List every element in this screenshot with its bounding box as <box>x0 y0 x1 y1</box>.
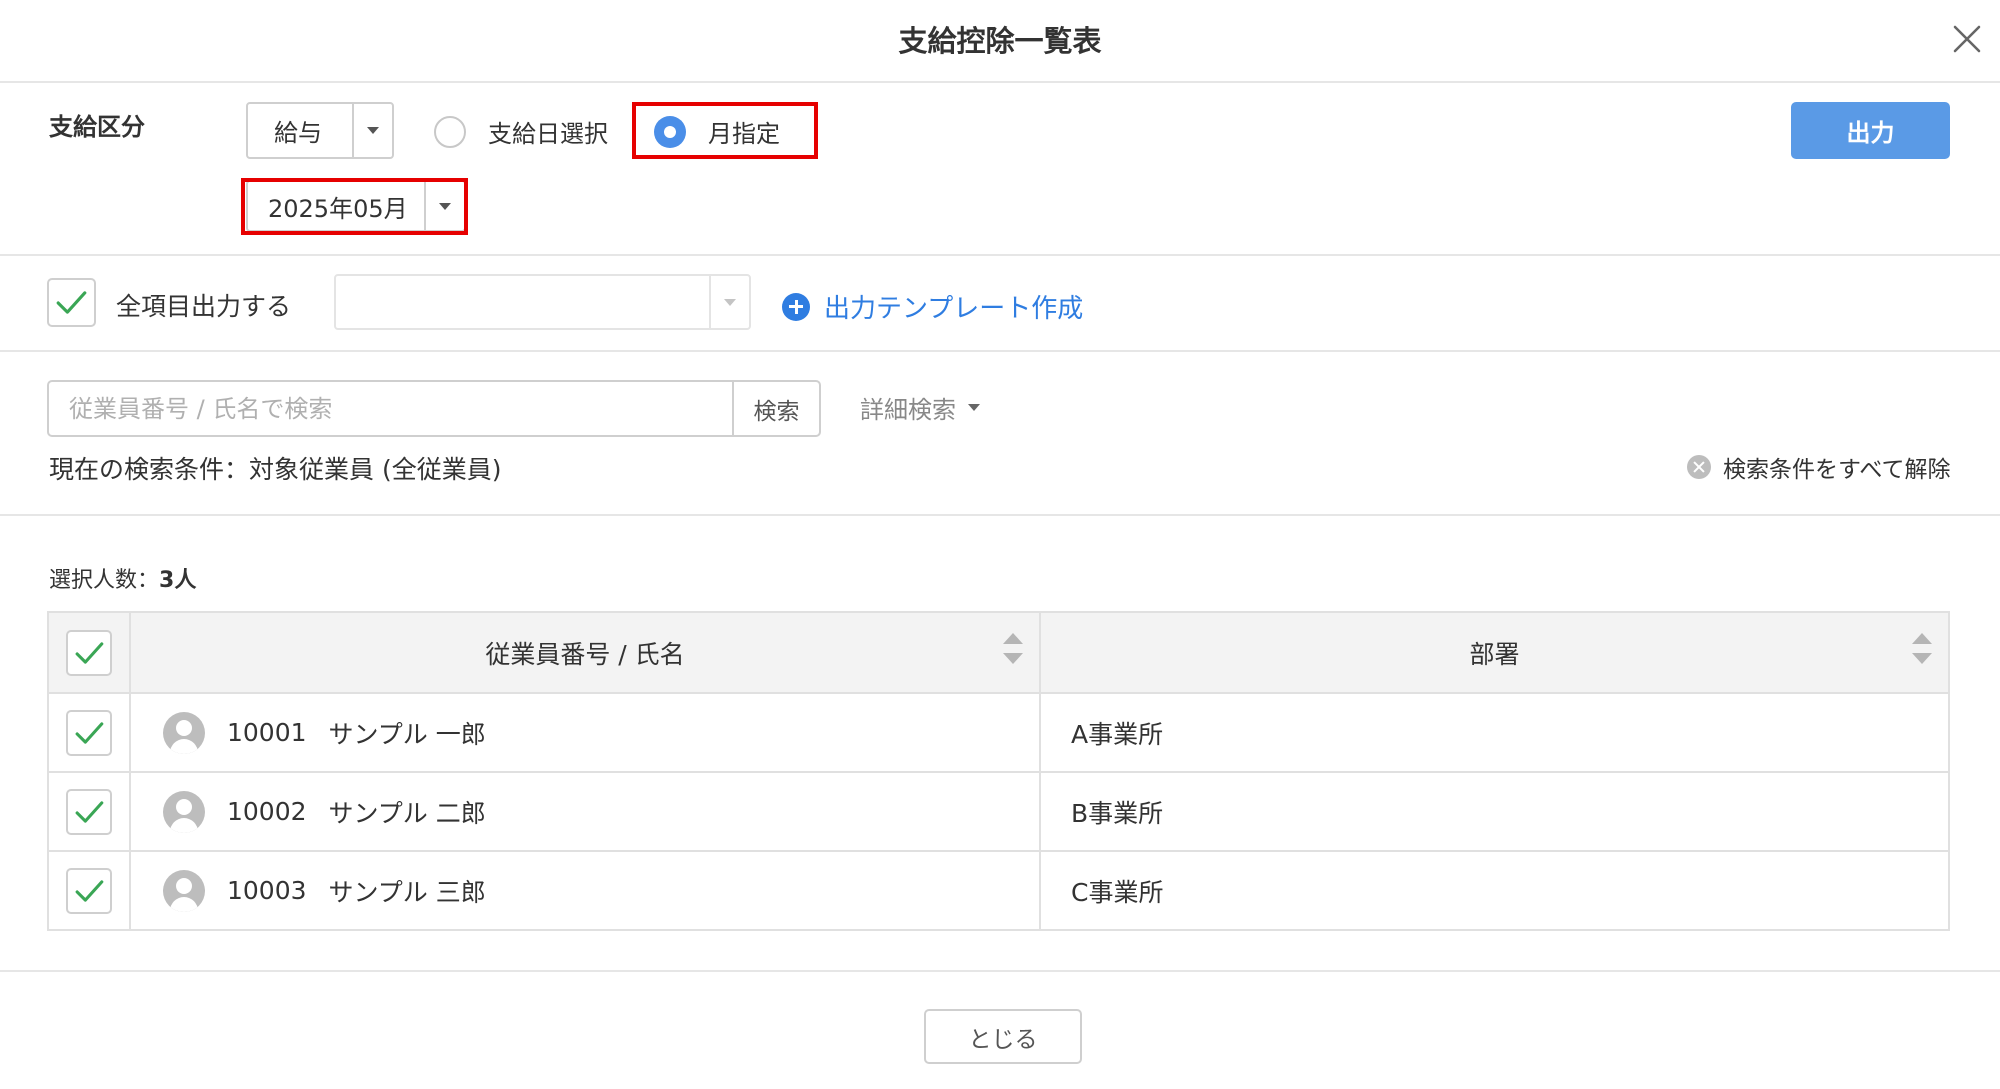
department-cell: C事業所 <box>1039 852 1948 929</box>
payment-type-select[interactable]: 給与 <box>246 102 394 159</box>
employee-name: サンプル 二郎 <box>328 798 486 828</box>
table-row[interactable]: 10001 サンプル 一郎 A事業所 <box>49 692 1948 771</box>
chevron-down-icon <box>709 276 749 328</box>
divider <box>0 514 2000 516</box>
employee-id: 10002 <box>227 797 307 826</box>
clear-conditions-label: 検索条件をすべて解除 <box>1723 457 1951 483</box>
employee-table: 従業員番号 / 氏名 部署 10001 サンプル 一郎 A事業所 10002 サ… <box>47 611 1950 931</box>
employee-id: 10001 <box>227 718 307 747</box>
template-select[interactable] <box>334 274 751 330</box>
divider <box>0 254 2000 256</box>
column-header-department-label: 部署 <box>1469 639 1520 669</box>
table-row[interactable]: 10002 サンプル 二郎 B事業所 <box>49 771 1948 850</box>
selection-count: 選択人数：3人 <box>49 562 196 594</box>
highlight-box <box>241 178 468 235</box>
employee-cell: 10003 サンプル 三郎 <box>129 852 1039 929</box>
close-button[interactable]: とじる <box>924 1009 1082 1064</box>
avatar-icon <box>163 790 205 833</box>
output-button[interactable]: 出力 <box>1791 102 1950 159</box>
search-input[interactable] <box>47 380 734 437</box>
search-button[interactable]: 検索 <box>732 380 821 437</box>
employee-name: サンプル 三郎 <box>328 877 486 907</box>
sort-icon[interactable] <box>1003 633 1023 669</box>
checkmark-icon <box>56 291 87 314</box>
checkmark-icon <box>75 641 104 664</box>
clear-conditions-link[interactable]: 検索条件をすべて解除 <box>1675 450 1950 484</box>
department-name: C事業所 <box>1071 877 1164 907</box>
plus-circle-icon <box>782 292 810 321</box>
create-template-link[interactable]: 出力テンプレート作成 <box>782 288 1083 325</box>
payment-type-value: 給与 <box>274 119 322 147</box>
employee-cell: 10001 サンプル 一郎 <box>129 694 1039 771</box>
department-cell: B事業所 <box>1039 773 1948 850</box>
detail-search-toggle[interactable]: 詳細検索 <box>860 390 980 425</box>
dialog-title: 支給控除一覧表 <box>898 24 1102 58</box>
close-icon[interactable] <box>1950 22 1984 56</box>
divider <box>0 81 2000 83</box>
department-name: B事業所 <box>1071 798 1164 828</box>
employee-cell: 10002 サンプル 二郎 <box>129 773 1039 850</box>
avatar-icon <box>163 711 205 754</box>
select-all-checkbox[interactable] <box>66 629 112 676</box>
payment-type-label: 支給区分 <box>49 113 145 141</box>
chevron-down-icon <box>968 404 980 411</box>
row-checkbox-cell <box>49 773 129 850</box>
column-header-department[interactable]: 部署 <box>1039 613 1948 692</box>
avatar-icon <box>163 869 205 912</box>
header-checkbox-cell <box>49 613 129 692</box>
row-checkbox[interactable] <box>66 709 112 756</box>
row-checkbox-cell <box>49 694 129 771</box>
clear-circle-icon <box>1687 455 1711 479</box>
department-name: A事業所 <box>1071 719 1164 749</box>
checkmark-icon <box>75 800 104 823</box>
row-checkbox[interactable] <box>66 788 112 835</box>
divider <box>0 970 2000 972</box>
row-checkbox-cell <box>49 852 129 929</box>
column-header-employee[interactable]: 従業員番号 / 氏名 <box>129 613 1039 692</box>
department-cell: A事業所 <box>1039 694 1948 771</box>
all-items-checkbox[interactable] <box>47 278 96 327</box>
detail-search-label: 詳細検索 <box>860 396 956 424</box>
column-header-employee-label: 従業員番号 / 氏名 <box>485 639 685 669</box>
current-condition: 現在の検索条件：対象従業員 (全従業員) <box>49 455 502 484</box>
all-items-label: 全項目出力する <box>116 292 292 321</box>
create-template-label: 出力テンプレート作成 <box>824 294 1084 324</box>
selection-count-value: 3人 <box>159 568 197 593</box>
radio-icon[interactable] <box>434 115 466 148</box>
radio-paydate-label: 支給日選択 <box>488 120 608 148</box>
highlight-box <box>632 102 818 159</box>
employee-id: 10003 <box>227 876 307 905</box>
selection-count-label: 選択人数： <box>49 568 160 593</box>
checkmark-icon <box>75 721 104 744</box>
sort-icon[interactable] <box>1912 633 1932 669</box>
row-checkbox[interactable] <box>66 867 112 914</box>
radio-paydate[interactable]: 支給日選択 <box>434 114 608 149</box>
divider <box>0 350 2000 352</box>
employee-name: サンプル 一郎 <box>328 719 486 749</box>
checkmark-icon <box>75 879 104 902</box>
chevron-down-icon <box>352 104 392 157</box>
table-row[interactable]: 10003 サンプル 三郎 C事業所 <box>49 850 1948 929</box>
table-header: 従業員番号 / 氏名 部署 <box>49 613 1948 692</box>
